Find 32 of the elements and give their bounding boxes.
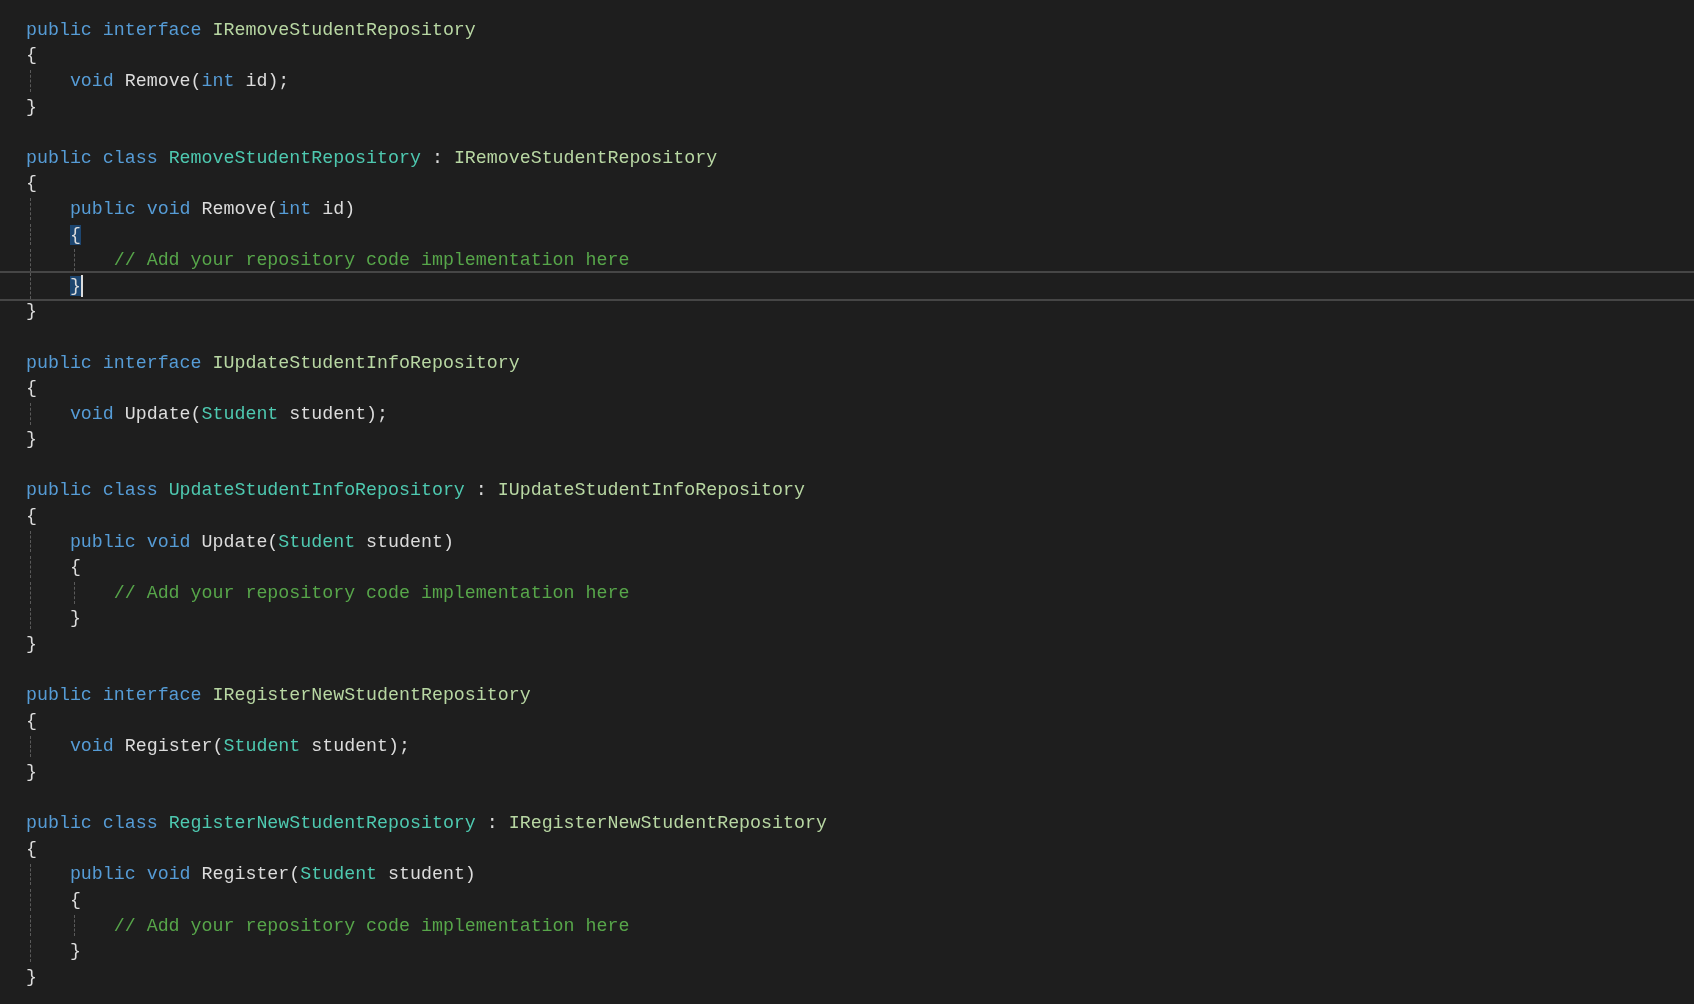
code-line: public void Update(Student student) <box>68 530 454 553</box>
code-line: } <box>26 300 37 323</box>
code-line: void Register(Student student); <box>68 735 410 758</box>
code-line: public class UpdateStudentInfoRepository : IUpdateStudentInfoRepository <box>26 479 805 502</box>
code-line: void Remove(int id); <box>68 70 290 92</box>
text-cursor <box>80 274 83 297</box>
code-line: public void Register(Student student) <box>68 863 476 886</box>
code-line: } <box>26 95 37 118</box>
code-line: { <box>26 172 37 195</box>
code-line: public interface IUpdateStudentInfoRepository <box>26 351 520 374</box>
code-line: public class RemoveStudentRepository : IRemoveStudentRepository <box>26 146 718 169</box>
code-line: } <box>68 607 81 630</box>
code-line: // Add your repository code implementation here <box>112 581 630 604</box>
code-line: } <box>26 965 37 988</box>
code-line: { <box>68 889 81 911</box>
code-line: { <box>26 709 37 732</box>
code-line: { <box>26 505 37 528</box>
code-line: void Update(Student student); <box>68 402 389 425</box>
code-line: { <box>68 556 81 579</box>
code-line: // Add your repository code implementation here <box>112 914 630 937</box>
code-line: { <box>26 837 37 860</box>
code-line: } <box>68 940 81 963</box>
code-line: public interface IRegisterNewStudentRepository <box>26 684 531 707</box>
code-line: public class RegisterNewStudentRepository : IRegisterNewStudentRepository <box>26 812 827 835</box>
code-line: public void Remove(int id) <box>68 197 356 220</box>
code-line: public interface IRemoveStudentRepository <box>26 18 476 41</box>
code-line: { <box>26 44 37 67</box>
code-line: { <box>26 377 37 400</box>
code-line: // Add your repository code implementation here <box>112 249 630 272</box>
code-line: } <box>26 428 37 451</box>
code-line: } <box>26 633 37 656</box>
code-line: } <box>26 761 37 783</box>
